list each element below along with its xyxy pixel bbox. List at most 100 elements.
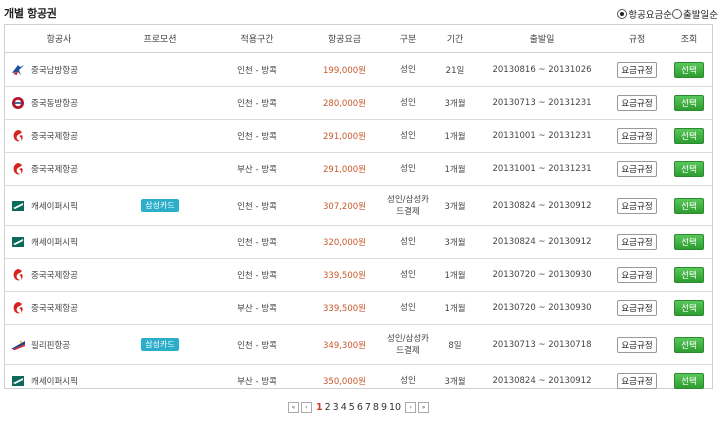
select-button[interactable]: 선택 — [674, 197, 704, 214]
promotion-cell: 삼성카드 — [113, 185, 207, 226]
fare-cell: 199,000원 — [307, 52, 382, 87]
table-row: 필리핀항공 삼성카드 인천 - 방콕 349,300원 성인/삼성카드결제 8일 20130… — [5, 324, 712, 365]
airline-name: 중국국제항공 — [31, 304, 78, 314]
promotion-cell — [113, 258, 207, 292]
page-link-10[interactable]: 10 — [389, 402, 401, 413]
air-china-logo-icon — [13, 269, 23, 281]
type-cell: 성인 — [382, 258, 434, 292]
select-button[interactable]: 선택 — [674, 267, 704, 283]
lookup-cell: 선택 — [666, 324, 712, 365]
fare-rules-button[interactable]: 요금규정 — [617, 300, 657, 316]
airline-cell: 중국동방항공 — [5, 86, 113, 120]
fare-cell: 280,000원 — [307, 86, 382, 120]
select-button[interactable]: 선택 — [674, 372, 704, 389]
select-button[interactable]: 선택 — [674, 234, 704, 250]
air-china-logo-icon — [13, 302, 23, 314]
lookup-cell: 선택 — [666, 185, 712, 226]
airline-cell: 필리핀항공 — [5, 324, 113, 365]
lookup-cell: 선택 — [666, 365, 712, 397]
fare-rules-button[interactable]: 요금규정 — [617, 161, 657, 177]
type-cell: 성인 — [382, 152, 434, 186]
sort-by-fare[interactable]: 항공요금순 — [617, 7, 672, 21]
select-button[interactable]: 선택 — [674, 161, 704, 177]
type-cell: 성인/삼성카드결제 — [382, 185, 434, 226]
airline-cell: 중국국제항공 — [5, 119, 113, 153]
route-cell: 인천 - 방콕 — [207, 86, 307, 120]
cathay-pacific-logo-icon — [12, 237, 24, 247]
page-title: 개별 항공권 — [4, 7, 57, 20]
table-row: 중국국제항공 부산 - 방콕 339,500원 성인 1개월 20130720 ~ 201… — [5, 291, 712, 325]
fare-cell: 350,000원 — [323, 376, 366, 387]
departure-cell: 20130713 ~ 20131231 — [476, 86, 608, 120]
page-link-7[interactable]: 7 — [365, 402, 371, 413]
route-cell: 인천 - 방콕 — [207, 52, 307, 87]
airline-cell: 중국국제항공 — [5, 152, 113, 186]
col-departure: 출발일 — [476, 25, 608, 53]
fare-cell: 339,500원 — [307, 291, 382, 325]
select-button[interactable]: 선택 — [674, 95, 704, 111]
page-link-6[interactable]: 6 — [357, 402, 363, 413]
rules-cell: 요금규정 — [608, 225, 666, 259]
fare-rules-button[interactable]: 요금규정 — [617, 372, 657, 389]
china-southern-logo-icon — [11, 62, 25, 77]
airline-name: 중국남방항공 — [31, 65, 78, 76]
page-link-9[interactable]: 9 — [381, 402, 387, 413]
route-cell: 인천 - 방콕 — [207, 225, 307, 259]
airline-cell: 캐세이퍼시픽 — [5, 185, 113, 226]
fare-rules-button[interactable]: 요금규정 — [617, 128, 657, 144]
sort-by-departure[interactable]: 출발일순 — [672, 7, 718, 21]
lookup-cell: 선택 — [666, 152, 712, 186]
promotion-cell — [113, 86, 207, 120]
airline-name: 중국국제항공 — [31, 132, 78, 142]
type-cell: 성인/삼성카드결제 — [382, 324, 434, 365]
page-link-3[interactable]: 3 — [333, 402, 339, 413]
sort-by-fare-label: 항공요금순 — [628, 10, 673, 21]
lookup-cell: 선택 — [666, 225, 712, 259]
double-chevron-left-icon[interactable]: « — [288, 402, 299, 413]
col-period: 기간 — [434, 25, 476, 53]
select-button[interactable]: 선택 — [674, 300, 704, 316]
philippine-airlines-logo-icon — [11, 340, 25, 350]
fare-rules-button[interactable]: 요금규정 — [617, 61, 657, 78]
departure-cell: 20130824 ~ 20130912 — [492, 375, 592, 386]
route-cell: 인천 - 방콕 — [207, 324, 307, 365]
period-cell: 1개월 — [434, 152, 476, 186]
fare-rules-button[interactable]: 요금규정 — [617, 267, 657, 283]
fare-rules-button[interactable]: 요금규정 — [617, 234, 657, 250]
lookup-cell: 선택 — [666, 119, 712, 153]
page-link-8[interactable]: 8 — [373, 402, 379, 413]
fare-table: 항공사 프로모션 적용구간 항공요금 구분 기간 출발일 규정 조회 중국남방항… — [5, 25, 712, 397]
sort-options: 항공요금순 출발일순 — [617, 7, 718, 21]
period-cell: 1개월 — [434, 258, 476, 292]
rules-cell: 요금규정 — [608, 365, 666, 397]
fare-rules-button[interactable]: 요금규정 — [617, 197, 657, 214]
air-china-logo-icon — [13, 130, 23, 142]
radio-icon[interactable] — [672, 9, 683, 19]
route-cell: 부산 - 방콕 — [207, 152, 307, 186]
page-link-1[interactable]: 1 — [316, 402, 323, 413]
page-link-4[interactable]: 4 — [341, 402, 347, 413]
table-row: 캐세이퍼시픽 부산 - 방콕 350,000원 성인 3개월 20130824 ~ 201… — [5, 365, 712, 397]
airline-name: 캐세이퍼시픽 — [31, 376, 78, 387]
double-chevron-right-icon[interactable]: » — [418, 402, 430, 413]
select-button[interactable]: 선택 — [674, 128, 704, 144]
type-cell: 성인 — [382, 52, 434, 87]
select-button[interactable]: 선택 — [674, 61, 704, 78]
page-link-5[interactable]: 5 — [349, 402, 355, 413]
lookup-cell: 선택 — [666, 291, 712, 325]
china-eastern-logo-icon — [12, 97, 24, 109]
rules-cell: 요금규정 — [608, 291, 666, 325]
table-row: 중국국제항공 부산 - 방콕 291,000원 성인 1개월 20131001 ~ 201… — [5, 152, 712, 186]
type-cell: 성인 — [400, 375, 416, 386]
page-link-2[interactable]: 2 — [325, 402, 331, 413]
fare-rules-button[interactable]: 요금규정 — [617, 336, 657, 353]
select-button[interactable]: 선택 — [674, 336, 704, 353]
radio-icon[interactable] — [617, 9, 628, 19]
route-cell: 부산 - 방콕 — [237, 376, 277, 387]
departure-cell: 20130824 ~ 20130912 — [476, 185, 608, 226]
chevron-right-icon[interactable]: › — [405, 402, 417, 413]
table-header: 항공사 프로모션 적용구간 항공요금 구분 기간 출발일 규정 조회 — [5, 25, 712, 53]
fare-rules-button[interactable]: 요금규정 — [617, 95, 657, 111]
chevron-left-icon[interactable]: ‹ — [301, 402, 312, 413]
airline-cell: 중국국제항공 — [5, 291, 113, 325]
